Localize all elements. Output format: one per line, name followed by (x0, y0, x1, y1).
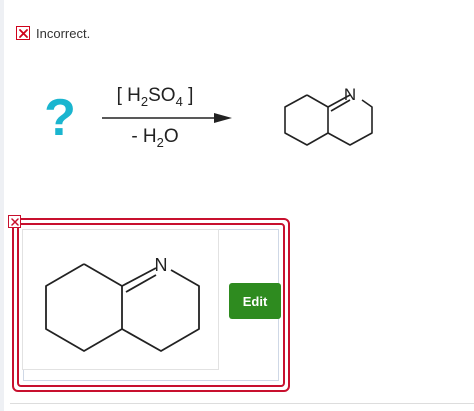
status-row: Incorrect. (16, 24, 90, 42)
product-structure: N (284, 85, 373, 146)
answer-drawing[interactable]: N (22, 229, 219, 370)
question-mark: ? (44, 89, 76, 147)
reaction-arrow (102, 113, 232, 123)
left-border (0, 0, 4, 411)
byproduct-part: O (163, 126, 179, 147)
answer-structure: N (45, 255, 200, 352)
close-icon-glyph (18, 28, 28, 38)
reagent-subscript: 4 (175, 93, 183, 109)
incorrect-mark-glyph (10, 217, 19, 226)
byproduct-subscript: 2 (156, 134, 164, 150)
byproduct-part: - H (131, 126, 157, 147)
reagent-part: ] (182, 85, 194, 106)
edit-button[interactable]: Edit (229, 283, 281, 319)
close-icon (16, 26, 30, 40)
reagent-part: SO (148, 85, 176, 106)
byproduct-label: - H2O (100, 126, 210, 150)
bottom-divider (10, 403, 474, 404)
reagent-label: [ H2SO4 ] (100, 85, 210, 109)
product-nitrogen-label: N (344, 85, 356, 104)
incorrect-mark-icon (8, 215, 21, 228)
reagent-part: [ H (116, 85, 141, 106)
status-text: Incorrect. (36, 25, 91, 41)
answer-nitrogen-label: N (155, 255, 168, 275)
